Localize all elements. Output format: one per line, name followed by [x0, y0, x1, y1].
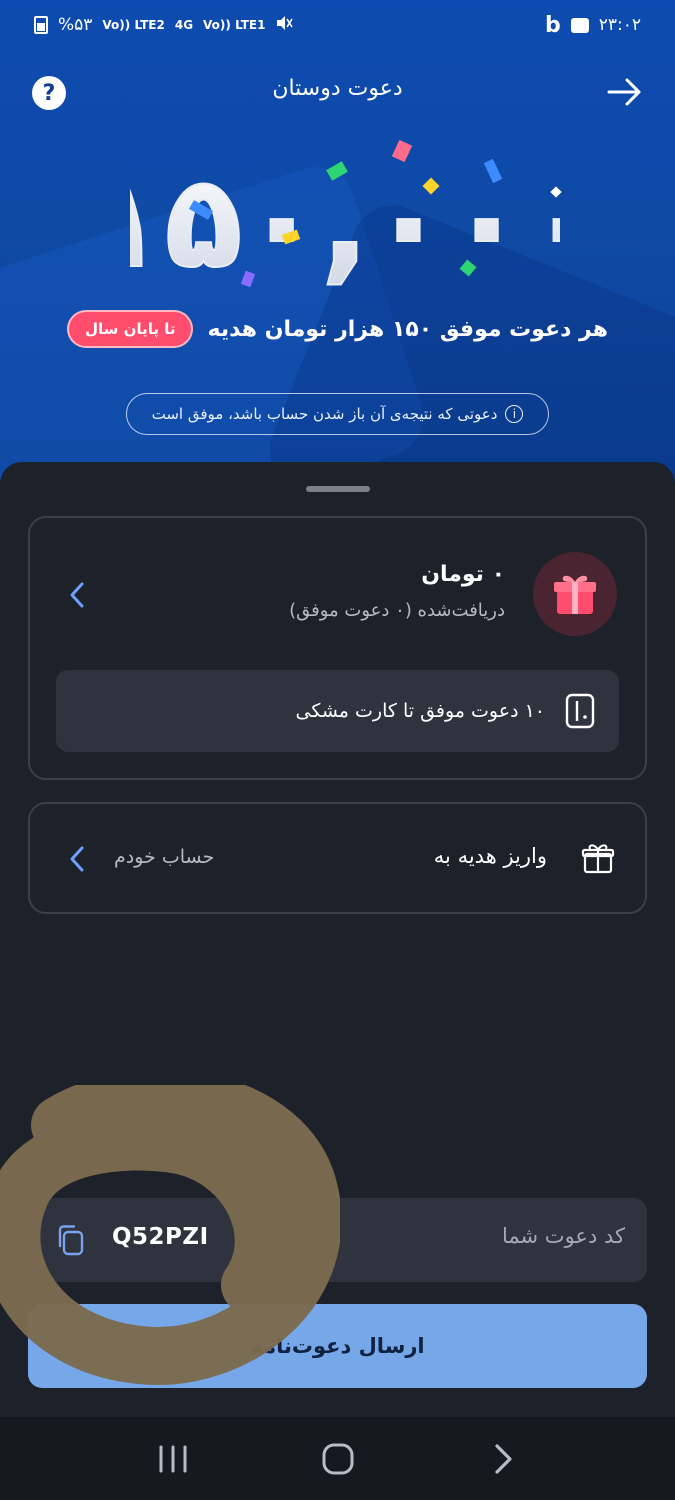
- chevron-left-icon[interactable]: [68, 844, 86, 874]
- clock: ۲۳:۰۲: [598, 15, 641, 35]
- system-nav-bar: [0, 1417, 675, 1500]
- app-bar: ? دعوت دوستان: [0, 60, 675, 124]
- promo-tagline: هر دعوت موفق ۱۵۰ هزار تومان هدیه: [207, 316, 608, 342]
- battery-level: %۵۳: [58, 15, 93, 35]
- hero-banner: %۵۳ Vo)) LTE2 4G Vo)) LTE1 b ۲۳:۰۲ ? دعو…: [0, 0, 675, 500]
- gift-icon: [533, 552, 617, 636]
- invite-code-field[interactable]: Q52PZI کد دعوت شما: [38, 1198, 647, 1282]
- reward-card[interactable]: ۰ تومان دریافت‌شده (۰ دعوت موفق) ۱۰ دعوت…: [28, 516, 647, 780]
- mute-icon: [275, 14, 294, 37]
- deposit-value: حساب خودم: [114, 846, 215, 868]
- send-invitation-button[interactable]: ارسال دعوت‌نامه: [28, 1304, 647, 1388]
- chevron-left-icon[interactable]: [68, 580, 86, 610]
- recent-apps-button[interactable]: [153, 1439, 193, 1479]
- signal-sim1: Vo)) LTE1: [203, 18, 266, 32]
- gift-outline-icon: [581, 844, 615, 874]
- message-icon: [570, 17, 589, 33]
- status-bar-right: b ۲۳:۰۲: [545, 13, 641, 38]
- status-bar: %۵۳ Vo)) LTE2 4G Vo)) LTE1 b ۲۳:۰۲: [0, 0, 675, 50]
- info-note: i دعوتی که نتیجه‌ی آن باز شدن حساب باشد،…: [126, 393, 549, 435]
- back-button[interactable]: [483, 1439, 523, 1479]
- status-bar-left: %۵۳ Vo)) LTE2 4G Vo)) LTE1: [34, 14, 294, 37]
- card-icon: [565, 693, 595, 729]
- page-title: دعوت دوستان: [272, 76, 403, 101]
- invite-code-value: Q52PZI: [112, 1224, 209, 1250]
- info-icon: i: [505, 405, 524, 423]
- deposit-destination-card[interactable]: واریز هدیه به حساب خودم: [28, 802, 647, 914]
- promo-line: هر دعوت موفق ۱۵۰ هزار تومان هدیه تا پایا…: [0, 310, 675, 348]
- bottom-sheet: ۰ تومان دریافت‌شده (۰ دعوت موفق) ۱۰ دعوت…: [0, 462, 675, 1417]
- battery-icon: [34, 16, 48, 34]
- reward-amount: ۰ تومان: [421, 562, 505, 587]
- black-card-progress-text: ۱۰ دعوت موفق تا کارت مشکی: [295, 700, 545, 722]
- deadline-badge: تا پایان سال: [67, 310, 194, 348]
- invite-code-label: کد دعوت شما: [501, 1224, 625, 1248]
- copy-icon[interactable]: [56, 1224, 86, 1256]
- deposit-label: واریز هدیه به: [433, 844, 547, 868]
- home-button[interactable]: [318, 1439, 358, 1479]
- reward-subtitle: دریافت‌شده (۰ دعوت موفق): [289, 600, 505, 621]
- info-note-text: دعوتی که نتیجه‌ی آن باز شدن حساب باشد، م…: [151, 405, 498, 423]
- back-arrow-icon[interactable]: [605, 74, 645, 110]
- black-card-progress: ۱۰ دعوت موفق تا کارت مشکی: [56, 670, 619, 752]
- network-type: 4G: [174, 18, 194, 32]
- sheet-drag-handle[interactable]: [306, 486, 370, 492]
- brand-app-icon: b: [544, 12, 561, 38]
- signal-sim2: Vo)) LTE2: [102, 18, 165, 32]
